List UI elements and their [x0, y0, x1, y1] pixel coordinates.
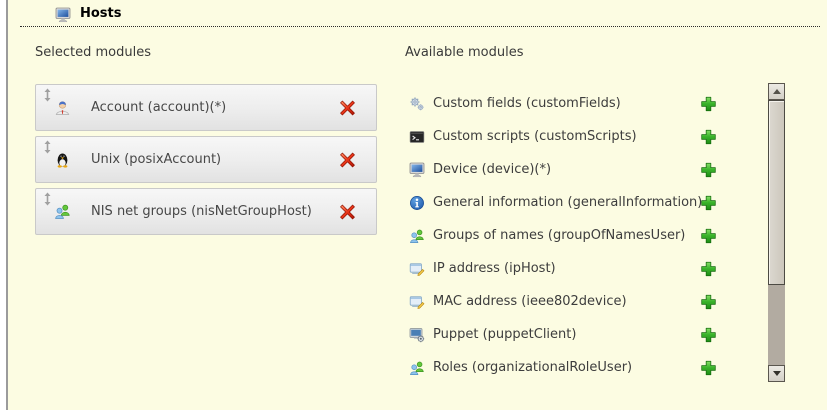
available-module-row: Roles (organizationalRoleUser) [407, 351, 743, 384]
selected-module-row[interactable]: Unix (posixAccount) [35, 136, 377, 183]
add-module-button[interactable] [700, 161, 717, 178]
up-arrow-icon [773, 89, 781, 94]
module-label: Roles (organizationalRoleUser) [433, 360, 632, 375]
drag-icon[interactable] [43, 192, 52, 206]
add-module-button[interactable] [700, 128, 717, 145]
add-module-button[interactable] [700, 194, 717, 211]
gears-icon [409, 96, 425, 112]
section-header: Hosts [20, 0, 820, 27]
group-icon [409, 360, 425, 376]
account-icon [54, 99, 71, 116]
scrollbar-thumb[interactable] [768, 100, 785, 285]
module-label: Device (device)(*) [433, 162, 551, 177]
available-module-row: General information (generalInformation) [407, 186, 743, 219]
terminal-icon [409, 129, 425, 145]
available-module-row: IP address (ipHost) [407, 252, 743, 285]
available-module-row: Device (device)(*) [407, 153, 743, 186]
module-label: IP address (ipHost) [433, 261, 556, 276]
drag-icon[interactable] [43, 88, 52, 102]
module-label: MAC address (ieee802device) [433, 294, 627, 309]
add-module-button[interactable] [700, 95, 717, 112]
computer-edit-icon [409, 294, 425, 310]
remove-module-button[interactable] [339, 99, 356, 116]
available-modules-label: Available modules [405, 45, 523, 60]
puppet-icon [409, 327, 425, 343]
scrollbar-up-button[interactable] [768, 83, 785, 100]
drag-icon[interactable] [43, 140, 52, 154]
module-label: Unix (posixAccount) [91, 152, 221, 167]
available-module-row: Groups of names (groupOfNamesUser) [407, 219, 743, 252]
remove-module-button[interactable] [339, 151, 356, 168]
module-label: Account (account)(*) [91, 100, 226, 115]
selected-module-row[interactable]: Account (account)(*) [35, 84, 377, 131]
selected-modules-list: Account (account)(*) Unix (posixAccount)… [35, 84, 377, 240]
module-label: General information (generalInformation) [433, 195, 702, 210]
computer-edit-icon [409, 261, 425, 277]
down-arrow-icon [773, 371, 781, 376]
add-module-button[interactable] [700, 293, 717, 310]
selected-modules-label: Selected modules [35, 45, 151, 60]
module-label: Groups of names (groupOfNamesUser) [433, 228, 685, 243]
info-icon [409, 195, 425, 211]
tux-icon [54, 151, 71, 168]
group-icon [409, 228, 425, 244]
module-label: Custom scripts (customScripts) [433, 129, 637, 144]
module-selection-page: Hosts Selected modules Available modules… [0, 0, 827, 410]
page-title: Hosts [80, 6, 122, 21]
group-icon [54, 203, 71, 220]
monitor-icon [409, 162, 425, 178]
add-module-button[interactable] [700, 227, 717, 244]
module-label: NIS net groups (nisNetGroupHost) [91, 204, 312, 219]
selected-module-row[interactable]: NIS net groups (nisNetGroupHost) [35, 188, 377, 235]
scrollbar-down-button[interactable] [768, 365, 785, 382]
available-module-row: MAC address (ieee802device) [407, 285, 743, 318]
add-module-button[interactable] [700, 359, 717, 376]
available-module-row: Puppet (puppetClient) [407, 318, 743, 351]
available-module-row: Custom scripts (customScripts) [407, 120, 743, 153]
available-module-row: Custom fields (customFields) [407, 87, 743, 120]
available-modules-list: Custom fields (customFields) Custom scri… [407, 87, 743, 384]
remove-module-button[interactable] [339, 203, 356, 220]
module-label: Custom fields (customFields) [433, 96, 621, 111]
add-module-button[interactable] [700, 326, 717, 343]
monitor-icon [55, 7, 71, 23]
module-label: Puppet (puppetClient) [433, 327, 576, 342]
scrollbar[interactable] [768, 83, 785, 382]
add-module-button[interactable] [700, 260, 717, 277]
content-panel: Hosts Selected modules Available modules… [6, 0, 827, 410]
